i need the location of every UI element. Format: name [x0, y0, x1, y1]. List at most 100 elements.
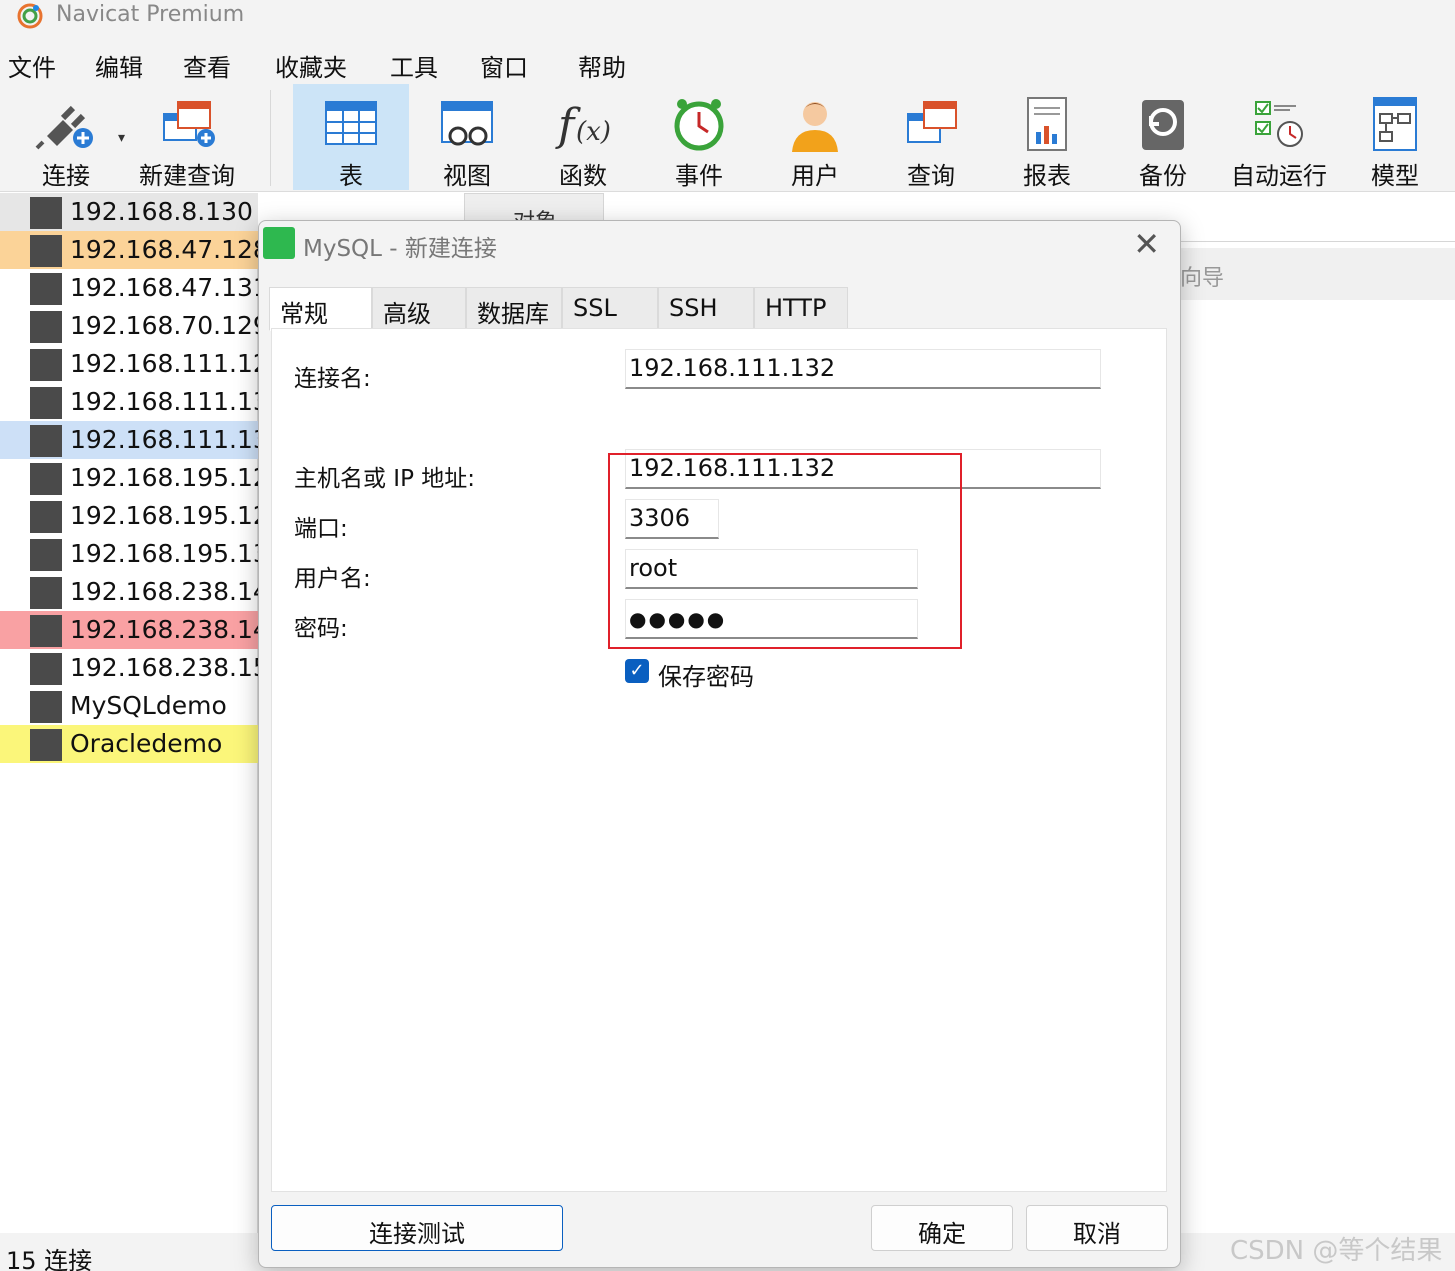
connection-item[interactable]: Oracledemo [0, 725, 258, 763]
connection-label: 192.168.238.151 [70, 653, 285, 682]
menu-view[interactable]: 查看 [183, 48, 231, 83]
connection-item[interactable]: MySQLdemo [0, 687, 258, 725]
test-connection-button[interactable]: 连接测试 [271, 1205, 563, 1251]
password-label: 密码: [294, 616, 348, 642]
title-bar: Navicat Premium [0, 0, 1455, 34]
tab-ssl[interactable]: SSL [562, 287, 658, 329]
menu-file[interactable]: 文件 [8, 48, 56, 83]
connection-item[interactable]: 192.168.238.151 [0, 649, 285, 687]
main-subbar: 向导 [1180, 248, 1455, 300]
toolbar-new-query-label: 新建查询 [139, 162, 235, 190]
connection-item[interactable]: 192.168.47.131 [0, 269, 269, 307]
menu-edit[interactable]: 编辑 [95, 48, 143, 83]
plug-icon [35, 105, 93, 150]
toolbar-table-button[interactable]: 表 [293, 84, 409, 190]
toolbar-backup-label: 备份 [1139, 162, 1187, 190]
connection-label: MySQLdemo [70, 691, 227, 720]
tab-advanced[interactable]: 高级 [372, 287, 466, 329]
connection-item[interactable]: 192.168.195.131 [0, 535, 285, 573]
connection-item[interactable]: 192.168.238.149 [0, 611, 285, 649]
toolbar-view-button[interactable]: 视图 [409, 84, 525, 190]
toolbar-new-query-button[interactable]: 新建查询 [130, 84, 244, 190]
function-icon: f (x) [555, 100, 611, 151]
connection-name-input[interactable]: 192.168.111.132 [625, 349, 1101, 389]
connection-item[interactable]: 192.168.195.128 [0, 459, 285, 497]
mysql-connection-icon [30, 691, 62, 723]
connection-label: Oracledemo [70, 729, 223, 758]
host-label: 主机名或 IP 地址: [294, 466, 476, 492]
svg-text:(x): (x) [576, 117, 611, 147]
connection-name-label: 连接名: [294, 366, 371, 392]
mysql-connection-icon [30, 273, 62, 305]
menu-tools[interactable]: 工具 [390, 48, 438, 83]
model-icon [1373, 97, 1417, 151]
tab-general[interactable]: 常规 [269, 287, 372, 331]
tab-http[interactable]: HTTP [754, 287, 848, 329]
toolbar-event-button[interactable]: 事件 [641, 84, 757, 190]
connection-label: 192.168.70.129 [70, 311, 269, 340]
connection-item[interactable]: 192.168.195.129 [0, 497, 285, 535]
query-icon [907, 101, 957, 143]
toolbar-event-label: 事件 [675, 162, 723, 190]
toolbar-function-button[interactable]: f (x) 函数 [525, 84, 641, 190]
connection-item[interactable]: 192.168.111.132 [0, 383, 285, 421]
connection-item[interactable]: 192.168.111.133 [0, 421, 285, 459]
navicat-logo-icon [17, 3, 43, 29]
menu-favorites[interactable]: 收藏夹 [275, 48, 347, 83]
app-title: Navicat Premium [56, 2, 245, 27]
connection-sidebar: 192.168.8.130 192.168.47.128 192.168.47.… [0, 193, 285, 1233]
mysql-connection-icon [30, 615, 62, 647]
ok-button[interactable]: 确定 [871, 1205, 1013, 1251]
mysql-connection-icon [30, 653, 62, 685]
mysql-connection-icon [30, 463, 62, 495]
connection-label: 192.168.47.128 [70, 235, 269, 264]
connection-item[interactable]: 192.168.111.129 [0, 345, 285, 383]
tab-ssh[interactable]: SSH [658, 287, 754, 329]
toolbar-user-label: 用户 [791, 162, 839, 190]
menu-help[interactable]: 帮助 [578, 48, 626, 83]
menu-window[interactable]: 窗口 [480, 48, 528, 83]
connection-label: 192.168.8.130 [70, 197, 253, 226]
view-icon [441, 101, 493, 146]
connection-item[interactable]: 192.168.238.147 [0, 573, 285, 611]
toolbar-backup-button[interactable]: 备份 [1105, 84, 1221, 190]
port-label: 端口: [294, 516, 348, 542]
watermark: CSDN @等个结果 [1230, 1236, 1443, 1266]
mysql-connection-icon [30, 387, 62, 419]
toolbar-report-button[interactable]: 报表 [989, 84, 1105, 190]
oracle-connection-icon [30, 729, 62, 761]
toolbar-view-label: 视图 [443, 162, 491, 190]
toolbar-connect-button[interactable]: 连接 [8, 84, 124, 190]
tab-databases[interactable]: 数据库 [466, 287, 562, 329]
toolbar-user-button[interactable]: 用户 [757, 84, 873, 190]
connection-label: 192.168.111.129 [70, 349, 285, 378]
connect-dropdown-icon[interactable]: ▾ [118, 130, 125, 146]
mysql-connection-icon [30, 425, 62, 457]
mysql-connection-icon [30, 577, 62, 609]
toolbar-table-label: 表 [339, 162, 363, 190]
close-icon[interactable]: ✕ [1133, 225, 1160, 263]
mysql-icon [263, 227, 295, 259]
new-connection-dialog: MySQL - 新建连接 ✕ 常规 高级 数据库 SSL SSH HTTP 连接… [258, 220, 1181, 1268]
toolbar-model-button[interactable]: 模型 [1337, 84, 1453, 190]
toolbar-model-label: 模型 [1371, 162, 1419, 190]
connection-item[interactable]: 192.168.47.128 [0, 231, 269, 269]
mysql-connection-icon [30, 235, 62, 267]
username-label: 用户名: [294, 566, 371, 592]
new-query-icon [163, 101, 215, 147]
toolbar-schedule-button[interactable]: 自动运行 [1221, 84, 1337, 190]
connection-label: 192.168.111.132 [70, 387, 285, 416]
save-password-label: 保存密码 [658, 663, 754, 691]
report-icon [1027, 97, 1067, 151]
connection-item[interactable]: 192.168.70.129 [0, 307, 269, 345]
connection-item[interactable]: 192.168.8.130 [0, 193, 258, 231]
save-password-checkbox[interactable]: ✓ [625, 659, 649, 683]
toolbar-query-button[interactable]: 查询 [873, 84, 989, 190]
toolbar-report-label: 报表 [1023, 162, 1071, 190]
wizard-label[interactable]: 向导 [1180, 260, 1224, 292]
toolbar: 连接 ▾ 新建查询 表 视图 f (x) 函数 事件 用户 查询 报表 备份 自… [0, 84, 1455, 192]
cancel-button[interactable]: 取消 [1026, 1205, 1168, 1251]
connection-label: 192.168.47.131 [70, 273, 269, 302]
connection-count: 15 连接 [6, 1247, 93, 1271]
annotation-highlight-box [608, 453, 962, 649]
